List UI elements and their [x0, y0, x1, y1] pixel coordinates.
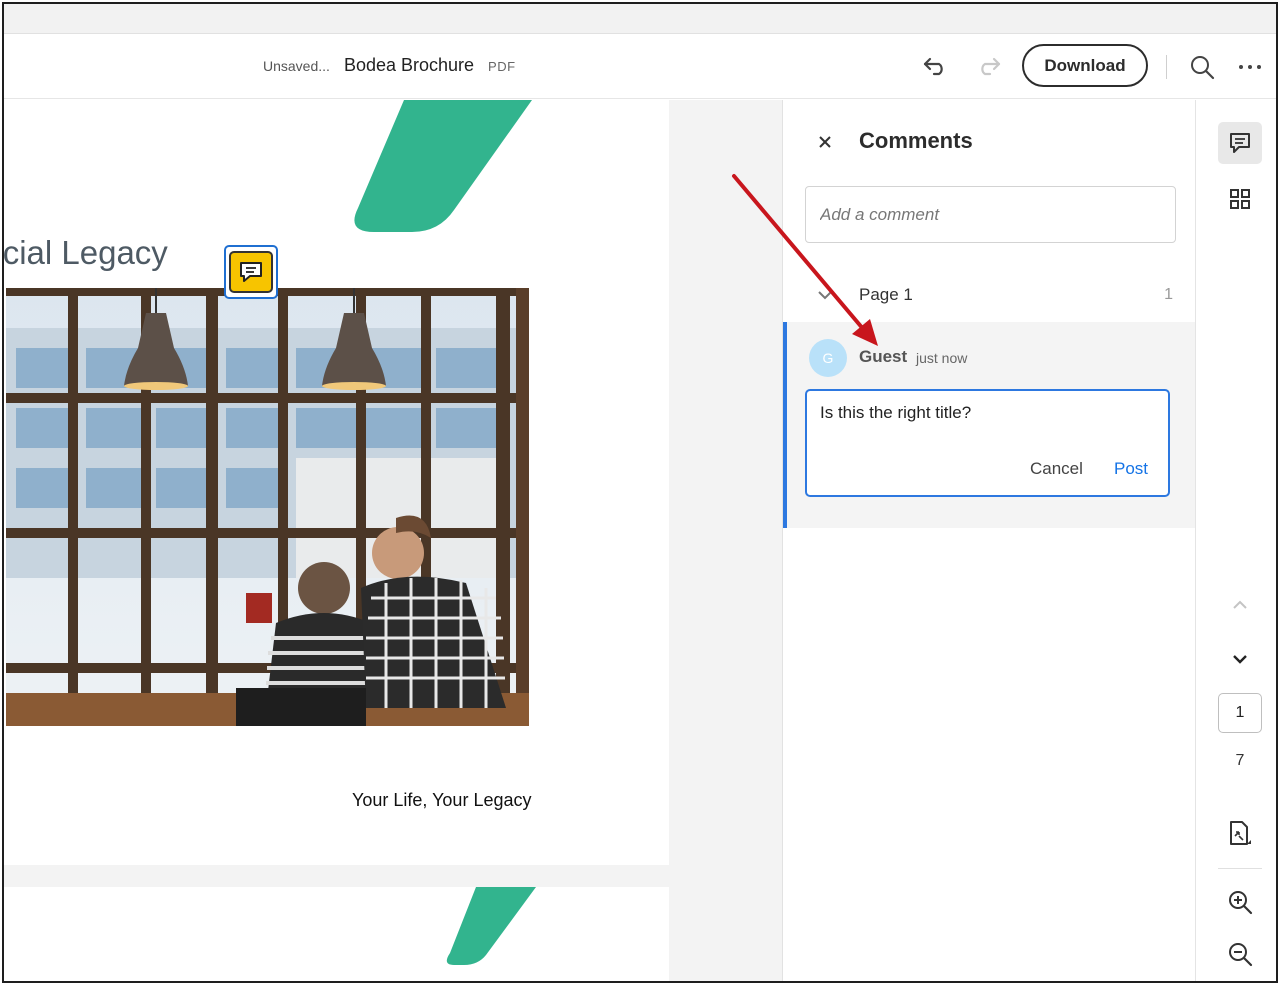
close-comments-button[interactable]	[813, 130, 837, 154]
download-button[interactable]: Download	[1022, 44, 1148, 87]
undo-icon	[923, 57, 943, 76]
zoom-out-icon	[1229, 943, 1253, 967]
search-icon	[1191, 56, 1215, 80]
page-file-icon	[1230, 821, 1251, 845]
avatar: G	[809, 339, 847, 377]
doc-info: Unsaved... Bodea Brochure PDF	[263, 55, 516, 76]
header-bar: Unsaved... Bodea Brochure PDF Download	[4, 35, 1276, 99]
comments-panel: Comments Page 1 1 G Guest just now Is th…	[782, 100, 1195, 981]
search-button[interactable]	[1186, 51, 1218, 83]
post-button[interactable]: Post	[1114, 459, 1148, 479]
document-canvas[interactable]: ancial Legacy	[4, 100, 782, 981]
grid-icon	[1230, 189, 1250, 209]
doc-type: PDF	[488, 59, 516, 74]
page-group-header[interactable]: Page 1 1	[813, 280, 1183, 310]
previous-page-button[interactable]	[1222, 590, 1258, 620]
zoom-in-icon	[1229, 891, 1253, 915]
chevron-down-icon	[1233, 655, 1247, 664]
app-window: Unsaved... Bodea Brochure PDF Download a…	[2, 2, 1278, 983]
zoom-out-button[interactable]	[1222, 936, 1258, 972]
total-pages: 7	[1235, 752, 1245, 769]
redo-icon	[981, 57, 1001, 76]
more-options-button[interactable]	[1234, 51, 1266, 83]
rail-divider	[1218, 868, 1262, 869]
comments-tool-button[interactable]	[1218, 122, 1262, 164]
undo-button[interactable]	[918, 51, 952, 81]
comment-marker[interactable]	[224, 245, 278, 299]
comment-bubble-icon	[240, 262, 262, 282]
page-group-label: Page 1	[859, 285, 913, 304]
page-tagline: Your Life, Your Legacy	[352, 790, 532, 810]
green-accent-shape	[354, 100, 532, 232]
pdf-page-2[interactable]	[4, 887, 669, 981]
comment-author: Guest	[859, 347, 908, 366]
office-photo	[6, 288, 529, 726]
more-icon	[1239, 65, 1261, 69]
header-divider	[1166, 55, 1167, 79]
page-options-button[interactable]	[1222, 816, 1258, 852]
comment-card[interactable]: G Guest just now Is this the right title…	[783, 322, 1195, 528]
comment-edit-box[interactable]: Is this the right title? Cancel Post	[805, 389, 1170, 497]
browser-strip	[4, 4, 1276, 34]
right-toolbar: 1 7	[1195, 100, 1276, 981]
close-icon	[819, 136, 831, 148]
comment-text[interactable]: Is this the right title?	[820, 403, 971, 423]
add-comment-input[interactable]	[805, 186, 1176, 243]
chevron-up-icon	[1233, 600, 1247, 609]
comment-icon	[1230, 133, 1250, 153]
page-group-count: 1	[1164, 286, 1173, 303]
pdf-page-1[interactable]: ancial Legacy	[4, 100, 669, 865]
save-status: Unsaved...	[263, 58, 330, 74]
current-page-field[interactable]: 1	[1218, 693, 1262, 733]
green-accent-shape	[446, 887, 536, 965]
cancel-button[interactable]: Cancel	[1030, 459, 1083, 479]
comment-timestamp: just now	[916, 350, 968, 366]
chevron-down-icon	[813, 283, 837, 307]
next-page-button[interactable]	[1222, 644, 1258, 674]
page-heading: ancial Legacy	[4, 234, 168, 271]
comment-marker-body	[229, 251, 273, 293]
thumbnails-button[interactable]	[1218, 178, 1262, 220]
panel-title: Comments	[859, 128, 973, 153]
redo-button[interactable]	[972, 51, 1006, 81]
zoom-in-button[interactable]	[1222, 884, 1258, 920]
doc-name[interactable]: Bodea Brochure	[344, 55, 474, 76]
